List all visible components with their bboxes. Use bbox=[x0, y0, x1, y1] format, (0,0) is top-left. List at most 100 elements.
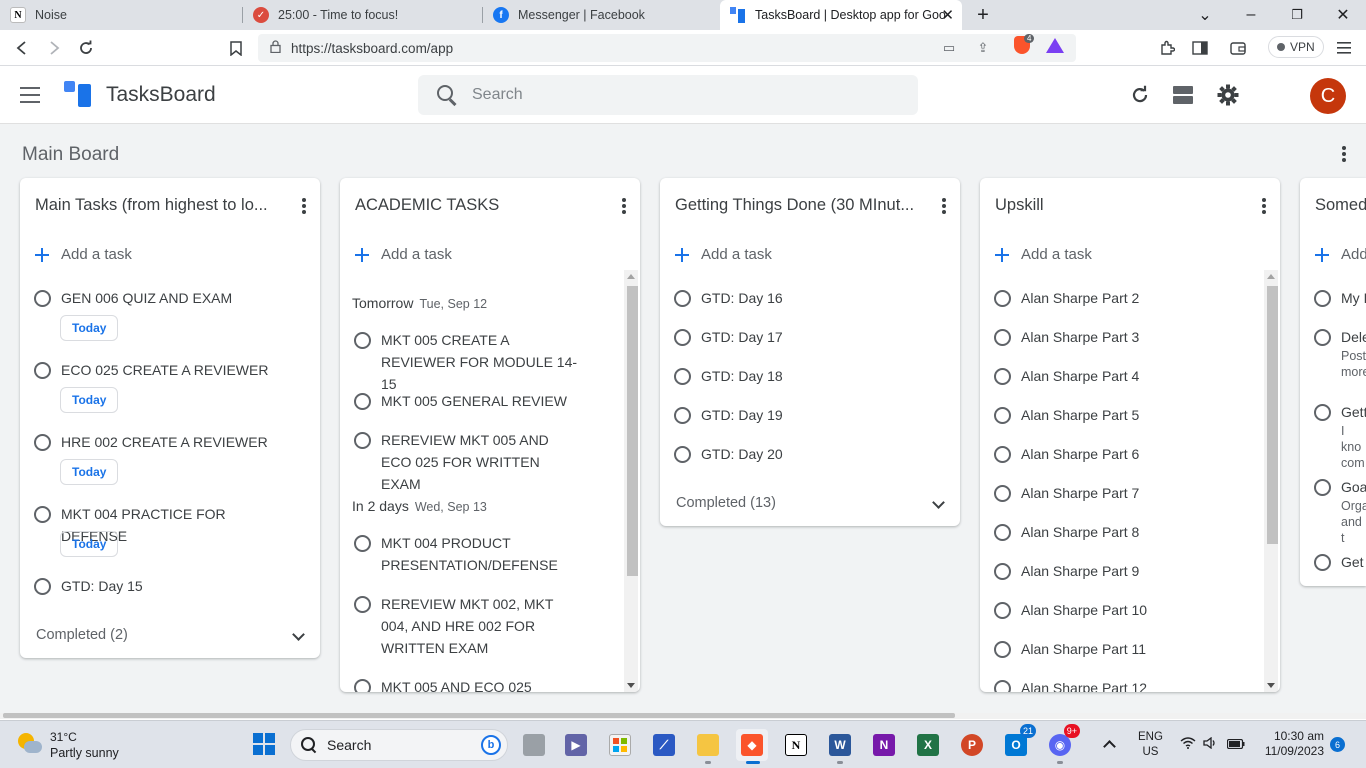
completed-toggle[interactable]: Completed (2) bbox=[36, 627, 128, 643]
task-checkbox[interactable] bbox=[354, 432, 371, 449]
task-title[interactable]: Get bbox=[1341, 551, 1366, 573]
add-task-button[interactable]: Add bbox=[1314, 246, 1366, 263]
task-checkbox[interactable] bbox=[34, 578, 51, 595]
tab-tasksboard[interactable]: TasksBoard | Desktop app for Goo ✕ bbox=[720, 0, 962, 30]
task-title[interactable]: GTD: Day 16 bbox=[701, 287, 926, 309]
task-title[interactable]: Dele bbox=[1341, 326, 1366, 348]
address-bar[interactable]: https://tasksboard.com/app ▭ ⇪ bbox=[258, 34, 1076, 62]
task-checkbox[interactable] bbox=[994, 290, 1011, 307]
list-scrollbar[interactable] bbox=[1264, 270, 1278, 692]
task-checkbox[interactable] bbox=[674, 407, 691, 424]
due-date-badge[interactable]: Today bbox=[60, 459, 119, 485]
task-checkbox[interactable] bbox=[354, 596, 371, 613]
volume-icon[interactable] bbox=[1203, 736, 1217, 752]
add-task-button[interactable]: Add a task bbox=[994, 246, 1092, 263]
search-bar[interactable] bbox=[418, 75, 918, 115]
task-title[interactable]: GTD: Day 20 bbox=[701, 443, 926, 465]
task-title[interactable]: Alan Sharpe Part 9 bbox=[1021, 560, 1246, 582]
task-title[interactable]: Alan Sharpe Part 6 bbox=[1021, 443, 1246, 465]
chevron-down-icon[interactable] bbox=[932, 498, 944, 510]
add-task-button[interactable]: Add a task bbox=[354, 246, 452, 263]
windows-start-icon[interactable] bbox=[253, 733, 275, 755]
task-title[interactable]: REREVIEW MKT 005 AND ECO 025 FOR WRITTEN… bbox=[381, 429, 581, 495]
excel-icon[interactable]: X bbox=[912, 729, 944, 761]
weather-condition[interactable]: Partly sunny bbox=[50, 746, 119, 760]
teams-chat-icon[interactable]: ▶ bbox=[560, 729, 592, 761]
task-title[interactable]: My I bbox=[1341, 287, 1366, 309]
task-checkbox[interactable] bbox=[674, 368, 691, 385]
task-checkbox[interactable] bbox=[34, 434, 51, 451]
search-input[interactable] bbox=[472, 86, 872, 104]
add-task-button[interactable]: Add a task bbox=[34, 246, 132, 263]
task-checkbox[interactable] bbox=[354, 679, 371, 692]
task-title[interactable]: MKT 005 GENERAL REVIEW bbox=[381, 390, 581, 412]
partly-sunny-icon[interactable] bbox=[18, 733, 42, 757]
brave-rewards-icon[interactable] bbox=[1046, 38, 1064, 53]
list-more-icon[interactable] bbox=[616, 198, 632, 214]
discord-icon[interactable]: ◉ 9+ bbox=[1044, 724, 1080, 764]
task-title[interactable]: GTD: Day 17 bbox=[701, 326, 926, 348]
bing-icon[interactable]: b bbox=[481, 735, 501, 755]
due-date-badge[interactable]: Today bbox=[60, 531, 119, 557]
notion-app-icon[interactable]: N bbox=[780, 729, 812, 761]
taskbar-search[interactable]: Search b bbox=[290, 729, 508, 761]
task-checkbox[interactable] bbox=[354, 332, 371, 349]
task-title[interactable]: GTD: Day 19 bbox=[701, 404, 926, 426]
task-checkbox[interactable] bbox=[34, 362, 51, 379]
tray-overflow-chevron-icon[interactable] bbox=[1104, 739, 1114, 749]
task-checkbox[interactable] bbox=[354, 535, 371, 552]
wallet-icon[interactable] bbox=[1226, 36, 1250, 60]
due-date-badge[interactable]: Today bbox=[60, 315, 119, 341]
clipchamp-icon[interactable]: ⟋ bbox=[648, 729, 680, 761]
task-checkbox[interactable] bbox=[994, 485, 1011, 502]
board-horizontal-scrollbar[interactable] bbox=[0, 713, 1366, 719]
refresh-icon[interactable] bbox=[1128, 83, 1152, 107]
task-title[interactable]: Alan Sharpe Part 5 bbox=[1021, 404, 1246, 426]
task-checkbox[interactable] bbox=[1314, 479, 1331, 496]
task-checkbox[interactable] bbox=[994, 446, 1011, 463]
language-indicator[interactable]: ENG US bbox=[1138, 730, 1163, 760]
task-title[interactable]: GTD: Day 15 bbox=[61, 575, 286, 597]
scroll-down-icon[interactable] bbox=[627, 683, 635, 688]
chevron-down-icon[interactable] bbox=[292, 630, 304, 642]
task-checkbox[interactable] bbox=[34, 290, 51, 307]
task-checkbox[interactable] bbox=[994, 563, 1011, 580]
onenote-icon[interactable]: N bbox=[868, 729, 900, 761]
tab-pomodoro[interactable]: ✓ 25:00 - Time to focus! bbox=[243, 0, 483, 30]
task-checkbox[interactable] bbox=[34, 506, 51, 523]
completed-toggle[interactable]: Completed (13) bbox=[676, 495, 776, 511]
task-title[interactable]: Alan Sharpe Part 7 bbox=[1021, 482, 1246, 504]
list-more-icon[interactable] bbox=[1256, 198, 1272, 214]
task-title[interactable]: Alan Sharpe Part 11 bbox=[1021, 638, 1246, 660]
task-checkbox[interactable] bbox=[674, 290, 691, 307]
powerpoint-icon[interactable]: P bbox=[956, 729, 988, 761]
close-window-icon[interactable]: ✕ bbox=[1332, 4, 1354, 26]
task-checkbox[interactable] bbox=[994, 641, 1011, 658]
task-checkbox[interactable] bbox=[994, 602, 1011, 619]
task-title[interactable]: Gett bbox=[1341, 401, 1366, 423]
tab-noise[interactable]: N Noise bbox=[0, 0, 243, 30]
task-checkbox[interactable] bbox=[674, 329, 691, 346]
word-icon[interactable]: W bbox=[824, 729, 856, 764]
task-checkbox[interactable] bbox=[674, 446, 691, 463]
task-title[interactable]: Alan Sharpe Part 8 bbox=[1021, 521, 1246, 543]
add-task-button[interactable]: Add a task bbox=[674, 246, 772, 263]
forward-icon[interactable] bbox=[42, 36, 66, 60]
wifi-icon[interactable] bbox=[1180, 736, 1196, 752]
task-checkbox[interactable] bbox=[994, 368, 1011, 385]
task-title[interactable]: MKT 004 PRODUCT PRESENTATION/DEFENSE bbox=[381, 532, 581, 576]
cast-icon[interactable]: ▭ bbox=[940, 39, 958, 57]
scrollbar-thumb[interactable] bbox=[1267, 286, 1278, 544]
list-more-icon[interactable] bbox=[296, 198, 312, 214]
task-title[interactable]: MKT 005 AND ECO 025 bbox=[381, 676, 581, 692]
weather-temperature[interactable]: 31°C bbox=[50, 730, 77, 744]
minimize-icon[interactable]: – bbox=[1240, 4, 1262, 26]
task-checkbox[interactable] bbox=[1314, 554, 1331, 571]
task-checkbox[interactable] bbox=[1314, 404, 1331, 421]
task-checkbox[interactable] bbox=[994, 680, 1011, 692]
extensions-icon[interactable] bbox=[1155, 36, 1179, 60]
scrollbar-thumb[interactable] bbox=[627, 286, 638, 576]
sidebar-icon[interactable] bbox=[1188, 36, 1212, 60]
file-explorer-icon[interactable] bbox=[692, 729, 724, 764]
board-more-icon[interactable] bbox=[1336, 146, 1352, 166]
